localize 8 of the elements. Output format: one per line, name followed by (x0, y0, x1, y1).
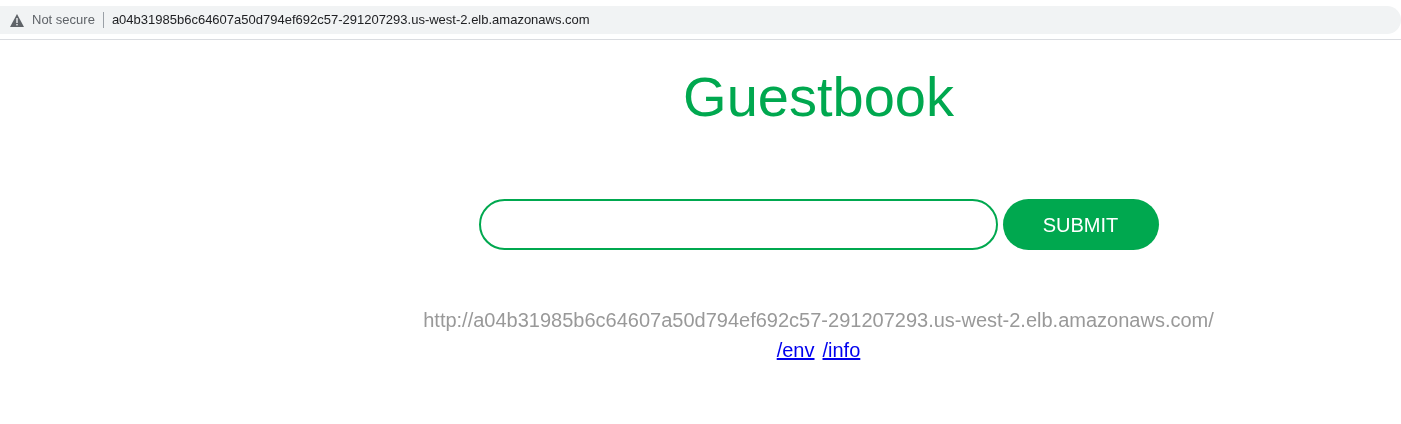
address-text[interactable]: a04b31985b6c64607a50d794ef692c57-291207293.us-west-2.elb.amazonaws.com (111, 10, 590, 30)
page-link[interactable]: /info (822, 335, 861, 366)
security-label[interactable]: Not secure (32, 10, 95, 30)
page-title: Guestbook (682, 65, 955, 130)
warning-icon (10, 13, 24, 27)
page-link[interactable]: /env (776, 335, 815, 366)
message-input[interactable] (478, 199, 998, 251)
host-url: http://a04b31985b6c64607a50d794ef692c57-291207293.us-west-2.elb.amazonaws.com/ (422, 308, 1215, 334)
